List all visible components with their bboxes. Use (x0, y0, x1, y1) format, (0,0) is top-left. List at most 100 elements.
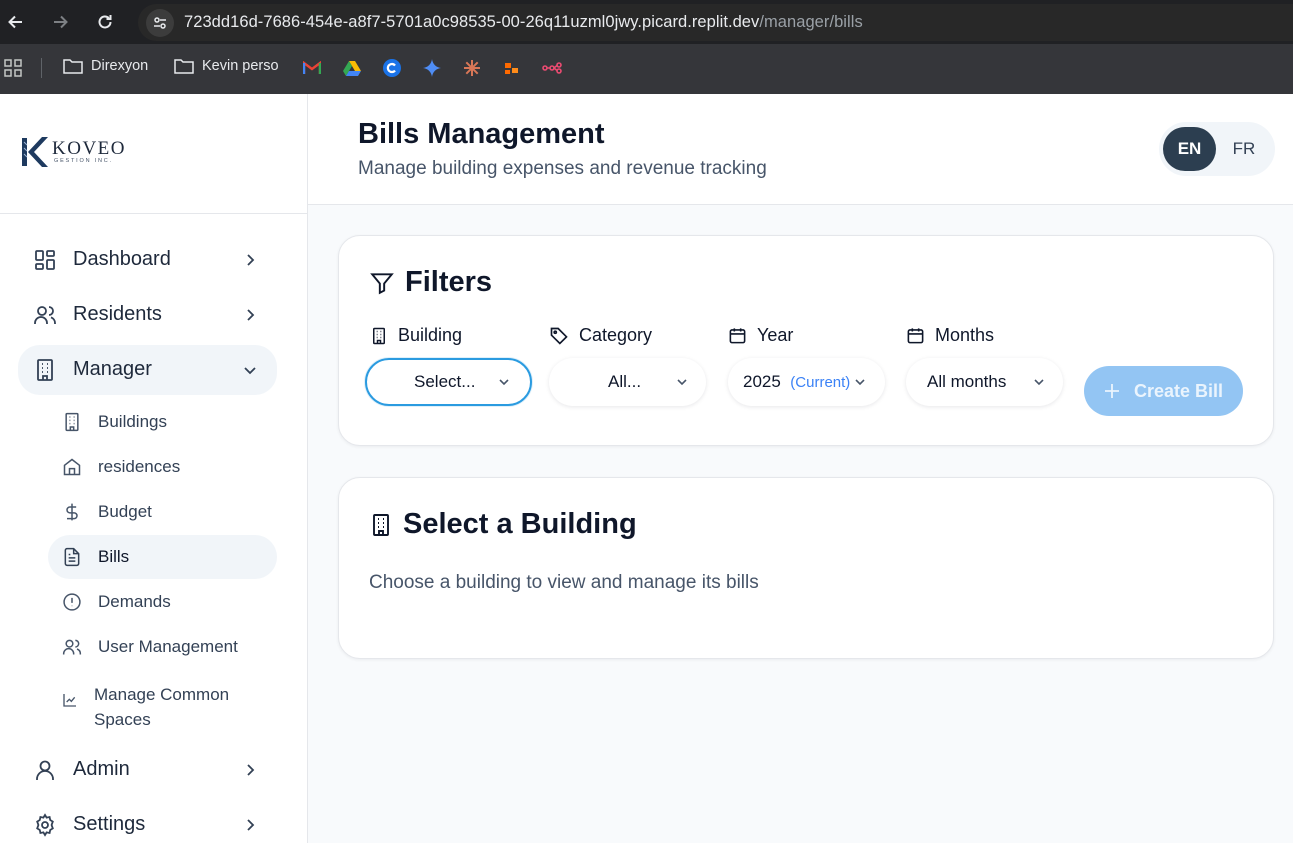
file-text-icon (64, 547, 80, 567)
alert-circle-icon (63, 593, 81, 611)
google-drive-icon[interactable] (342, 58, 362, 78)
create-bill-button[interactable]: Create Bill (1084, 366, 1243, 416)
calendar-icon (907, 328, 924, 344)
building-select[interactable]: Select... (365, 358, 532, 406)
building-select-value: Select... (414, 372, 476, 391)
chevron-down-icon (499, 379, 509, 386)
sidebar-subitem-bills[interactable]: Bills (48, 535, 277, 579)
sidebar-subitem-label: Manage Common Spaces (94, 682, 229, 732)
category-select-value: All... (608, 372, 642, 391)
months-select-value: All months (927, 372, 1007, 391)
back-icon[interactable] (2, 8, 30, 36)
sidebar-item-residents[interactable]: Residents (18, 290, 277, 340)
category-label-text: Category (579, 325, 653, 345)
select-building-card: Select a Building Choose a building to v… (338, 477, 1274, 659)
folder-icon (174, 59, 194, 74)
sidebar-item-settings[interactable]: Settings (18, 800, 277, 843)
current-year-tag: (Current) (790, 374, 850, 391)
select-building-description: Choose a building to view and manage its… (369, 572, 759, 593)
home-icon (63, 458, 81, 476)
users-icon (62, 639, 82, 655)
filters-title: Filters (405, 266, 493, 298)
chart-icon (63, 694, 76, 707)
chevron-right-icon (247, 309, 255, 321)
select-building-heading: Select a Building (369, 508, 637, 541)
year-select[interactable]: 2025 (Current) (728, 358, 885, 406)
filter-icon (370, 272, 394, 294)
sidebar-subitem-manage-common-spaces[interactable]: Manage Common Spaces (48, 672, 277, 730)
subitem-label-line1: Manage Common (94, 685, 230, 704)
sidebar-subitem-label: User Management (98, 637, 238, 656)
forward-icon[interactable] (46, 8, 74, 36)
sidebar-item-label: Admin (73, 758, 130, 780)
gear-icon (36, 813, 54, 837)
sidebar-item-label: Settings (73, 813, 146, 835)
make-icon[interactable] (502, 58, 522, 78)
sidebar-item-label: Residents (73, 303, 162, 325)
sidebar-item-label: Dashboard (73, 248, 171, 270)
building-icon (373, 513, 389, 536)
page-title: Bills Management (358, 118, 605, 150)
chevron-down-icon (677, 379, 687, 386)
building-filter-label: Building (370, 325, 462, 346)
chevron-right-icon (247, 254, 255, 266)
sidebar-subitem-demands[interactable]: Demands (48, 580, 277, 624)
language-fr-button[interactable]: FR (1219, 127, 1269, 171)
category-select[interactable]: All... (549, 358, 706, 406)
create-bill-label: Create Bill (1133, 380, 1224, 401)
bookmark-label: Direxyon (91, 58, 149, 74)
year-label-text: Year (757, 325, 794, 345)
koveo-logo[interactable]: KOVEO GESTION INC. (20, 134, 126, 170)
sidebar-subitem-residences[interactable]: residences (48, 445, 277, 489)
year-value: 2025 (743, 372, 781, 391)
sidebar-subitem-budget[interactable]: Budget (48, 490, 277, 534)
language-toggle: EN FR (1159, 122, 1275, 176)
apps-grid-icon[interactable] (4, 59, 22, 77)
folder-icon (63, 59, 83, 74)
building-icon (65, 412, 79, 432)
n8n-icon[interactable] (542, 58, 562, 78)
sidebar-item-admin[interactable]: Admin (18, 745, 277, 795)
page-header: Bills Management Manage building expense… (308, 94, 1293, 205)
sidebar-subitem-buildings[interactable]: Buildings (48, 400, 277, 444)
koveo-k-mark (22, 137, 48, 167)
sidebar-item-manager[interactable]: Manager (18, 345, 277, 395)
bookmark-folder-direxyon[interactable]: Direxyon (63, 58, 148, 74)
address-bar[interactable]: 723dd16d-7686-454e-a8f7-5701a0c98535-00-… (138, 4, 1293, 41)
chevron-down-icon (244, 367, 256, 375)
chevron-down-icon (855, 379, 865, 386)
calendar-icon (729, 328, 746, 344)
dashboard-icon (35, 250, 55, 270)
subitem-label-line2: Spaces (94, 710, 151, 729)
sidebar-item-dashboard[interactable]: Dashboard (18, 235, 277, 285)
filters-heading: Filters (369, 266, 492, 299)
c-app-icon[interactable] (382, 58, 402, 78)
sidebar-item-label: Manager (73, 358, 152, 380)
site-settings-icon[interactable] (146, 9, 174, 37)
user-icon (36, 760, 54, 780)
sidebar-subitem-label: residences (98, 457, 181, 476)
sidebar-subitem-label: Bills (98, 547, 130, 566)
browser-toolbar: 723dd16d-7686-454e-a8f7-5701a0c98535-00-… (0, 0, 1293, 44)
bookmark-folder-kevin-perso[interactable]: Kevin perso (174, 58, 279, 74)
reload-icon[interactable] (91, 8, 119, 36)
language-en-button[interactable]: EN (1163, 127, 1216, 171)
chevron-down-icon (1034, 379, 1044, 386)
sidebar-subitem-label: Buildings (98, 412, 167, 431)
months-label-text: Months (935, 325, 995, 345)
users-icon (34, 306, 56, 324)
months-filter-label: Months (906, 325, 994, 346)
url-path: /manager/bills (759, 13, 863, 31)
gmail-icon[interactable] (302, 58, 322, 78)
page-subtitle: Manage building expenses and revenue tra… (358, 158, 767, 179)
gemini-icon[interactable] (422, 58, 442, 78)
sidebar-subitem-user-management[interactable]: User Management (48, 625, 277, 669)
url-text: 723dd16d-7686-454e-a8f7-5701a0c98535-00-… (184, 13, 863, 32)
months-select[interactable]: All months (906, 358, 1063, 406)
plus-icon (1104, 384, 1119, 398)
category-filter-label: Category (549, 325, 652, 346)
building-icon (373, 327, 385, 344)
url-host: 723dd16d-7686-454e-a8f7-5701a0c98535-00-… (184, 13, 760, 31)
bookmark-separator (41, 58, 42, 78)
claude-icon[interactable] (462, 58, 482, 78)
